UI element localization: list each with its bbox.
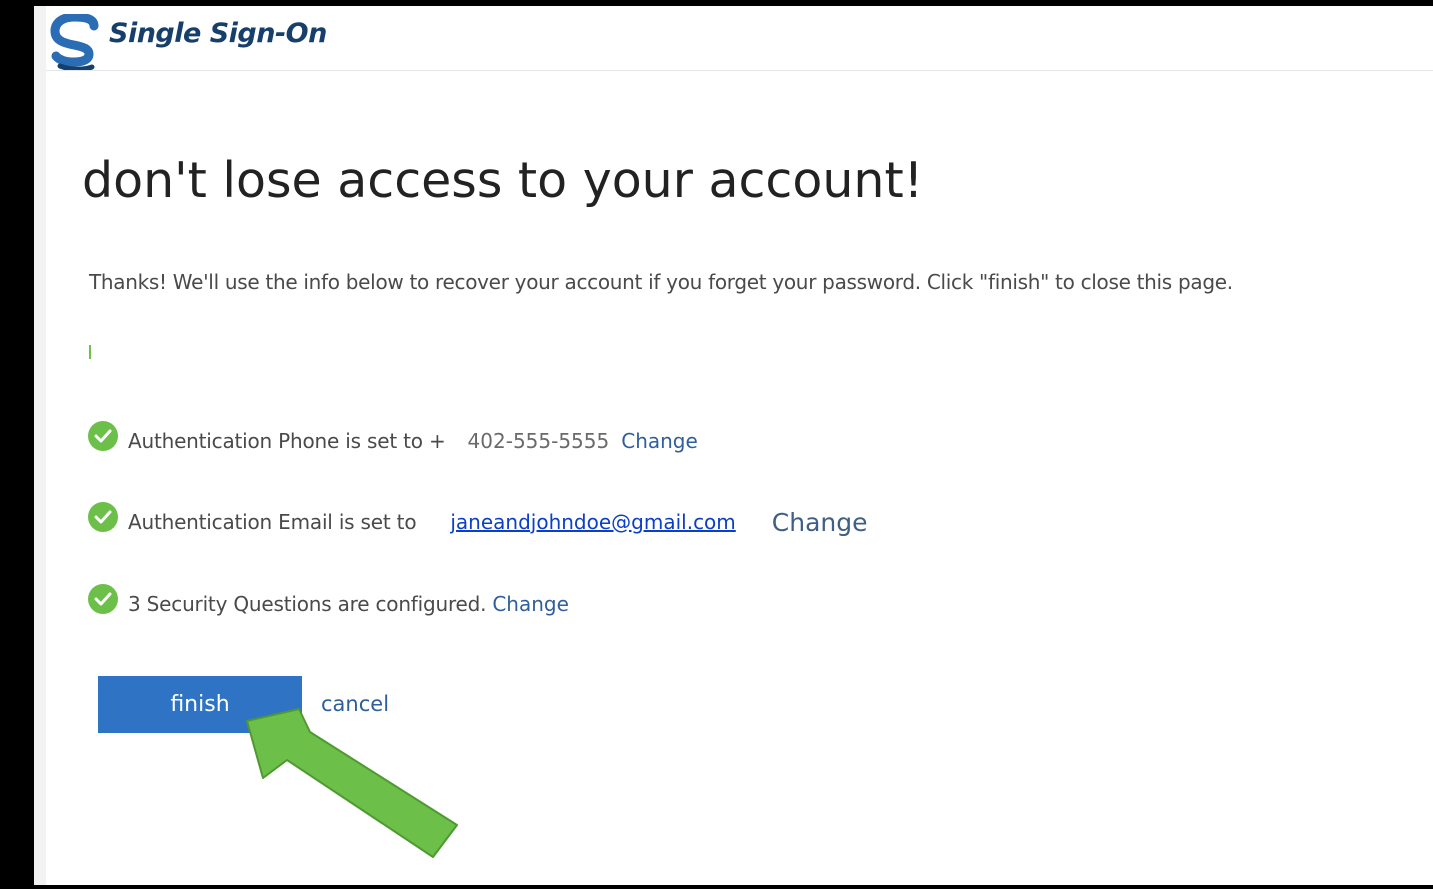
check-circle-icon <box>88 421 118 451</box>
intro-text: Thanks! We'll use the info below to reco… <box>89 270 1233 294</box>
page-header: Single Sign-On <box>46 6 1433 71</box>
screenshot-frame-left <box>0 0 34 889</box>
email-status-label: Authentication Email is set to <box>128 510 417 534</box>
phone-number-value: 402-555-5555 <box>467 429 610 453</box>
security-questions-label: 3 Security Questions are configured. <box>128 592 487 616</box>
change-email-link[interactable]: Change <box>772 508 868 537</box>
divider-accent <box>89 345 91 359</box>
security-questions-row: 3 Security Questions are configured. Cha… <box>88 584 569 622</box>
check-circle-icon <box>88 584 118 614</box>
app-title: Single Sign-On <box>109 18 327 49</box>
phone-status-label: Authentication Phone is set to + <box>128 429 446 453</box>
change-security-questions-link[interactable]: Change <box>492 592 569 616</box>
email-status-row: Authentication Email is set to janeandjo… <box>88 502 868 540</box>
page-gutter <box>34 6 46 885</box>
cancel-link[interactable]: cancel <box>321 692 389 716</box>
page-title: don't lose access to your account! <box>82 152 924 209</box>
change-phone-link[interactable]: Change <box>621 429 698 453</box>
finish-button[interactable]: finish <box>98 676 302 733</box>
phone-status-row: Authentication Phone is set to + 402-555… <box>88 421 698 459</box>
check-circle-icon <box>88 502 118 532</box>
email-address-link[interactable]: janeandjohndoe@gmail.com <box>450 510 735 534</box>
single-sign-on-logo-icon <box>50 14 99 70</box>
screenshot-frame-bottom <box>0 885 1433 889</box>
